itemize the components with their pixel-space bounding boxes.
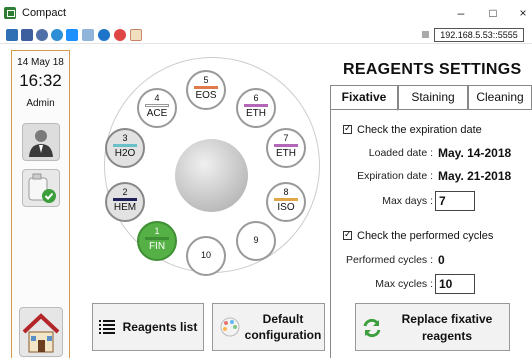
current-user: Admin [26, 98, 55, 109]
settings-icon[interactable] [36, 29, 48, 41]
slot-reagent-label: ACE [146, 108, 168, 119]
carousel-slot-3[interactable]: 3 H2O [105, 128, 145, 168]
slot-number: 2 [122, 187, 128, 197]
slot-color-bar [113, 198, 137, 201]
reagent-check-button[interactable] [22, 169, 60, 207]
toolbar: 192.168.5.53::5555 [0, 26, 532, 44]
slot-reagent-label: FIN [148, 241, 166, 252]
tab-fixative[interactable]: Fixative [330, 85, 398, 111]
slot-color-bar [274, 198, 298, 201]
ip-address-field[interactable]: 192.168.5.53::5555 [434, 28, 524, 42]
tab-staining[interactable]: Staining [398, 85, 468, 110]
slot-color-bar [113, 144, 137, 147]
maximize-button[interactable]: □ [478, 4, 508, 22]
reagents-list-label: Reagents list [122, 320, 198, 334]
minimize-button[interactable]: – [446, 4, 476, 22]
slot-reagent-label: ISO [277, 202, 295, 213]
slot-reagent-label: EOS [195, 90, 217, 101]
loaded-date-value: May. 14-2018 [438, 146, 512, 160]
check-expiration-label: Check the expiration date [357, 124, 482, 136]
max-days-label: Max days : [382, 195, 433, 207]
carousel-slot-7[interactable]: 7 ETH [266, 128, 306, 168]
home-button[interactable] [19, 307, 63, 357]
slot-number: 7 [283, 133, 289, 143]
title-bar: Compact – □ × [0, 0, 532, 26]
palette-icon [220, 317, 240, 337]
max-cycles-field[interactable]: 10 [435, 274, 475, 294]
user-avatar-button[interactable] [22, 123, 60, 161]
frame-icon[interactable] [21, 29, 33, 41]
info-icon[interactable] [98, 29, 110, 41]
slot-number: 8 [283, 187, 289, 197]
carousel-slot-8[interactable]: 8 ISO [266, 182, 306, 222]
default-config-line1: Default [262, 312, 304, 326]
performed-cycles-label: Performed cycles : [346, 254, 433, 266]
check-cycles-checkbox[interactable]: Check the performed cycles [343, 229, 494, 242]
slot-number: 5 [203, 75, 209, 85]
check-cycles-label: Check the performed cycles [357, 230, 494, 242]
current-date: 14 May 18 [17, 57, 64, 68]
slot-number: 3 [122, 133, 128, 143]
home-icon [22, 313, 60, 353]
slot-number: 4 [154, 93, 160, 103]
window-title: Compact [22, 7, 67, 19]
carousel-slot-10[interactable]: 10 [186, 236, 226, 276]
max-cycles-label: Max cycles : [375, 278, 433, 290]
slot-number: 9 [253, 235, 259, 245]
slot-reagent-label: ETH [246, 108, 266, 119]
carousel-slot-9[interactable]: 9 [236, 221, 276, 261]
expiration-date-value: May. 21-2018 [438, 169, 512, 183]
loaded-date-label: Loaded date : [368, 147, 433, 159]
slot-color-bar [244, 104, 268, 107]
slot-number: 1 [154, 226, 160, 236]
checkbox-checked-icon [343, 123, 352, 134]
close-button[interactable]: × [508, 4, 532, 22]
carousel-slot-1[interactable]: 1 FIN [137, 221, 177, 261]
reagent-bottle-icon [28, 173, 56, 203]
slot-color-bar [145, 104, 169, 107]
reagents-list-button[interactable]: Reagents list [92, 303, 204, 351]
performed-cycles-value: 0 [438, 253, 445, 267]
tab-cleaning[interactable]: Cleaning [468, 85, 532, 110]
check-expiration-checkbox[interactable]: Check the expiration date [343, 123, 482, 136]
refresh-icon[interactable] [51, 29, 63, 41]
connection-icon [422, 31, 429, 38]
user-icon [29, 130, 53, 157]
max-days-field[interactable]: 7 [435, 191, 475, 211]
carousel-slot-2[interactable]: 2 HEM [105, 182, 145, 222]
windows-icon[interactable] [66, 29, 78, 41]
slot-color-bar [194, 86, 218, 89]
slot-color-bar [274, 144, 298, 147]
slot-number: 6 [253, 93, 259, 103]
slot-number: 10 [200, 250, 211, 260]
app-icon [4, 7, 16, 19]
slot-reagent-label: ETH [276, 148, 296, 159]
default-configuration-button[interactable]: Default configuration [212, 303, 325, 351]
page-title: REAGENTS SETTINGS [343, 61, 522, 78]
hourglass-icon[interactable] [130, 29, 142, 41]
carousel-slot-4[interactable]: 4 ACE [137, 88, 177, 128]
default-config-line2: configuration [244, 328, 322, 342]
carousel-slot-5[interactable]: 5 EOS [186, 70, 226, 110]
list-icon [99, 320, 115, 334]
slot-color-bar [145, 237, 169, 240]
stop-icon[interactable] [114, 29, 126, 41]
image-icon[interactable] [82, 29, 94, 41]
checkbox-checked-icon [343, 229, 352, 240]
slot-reagent-label: H2O [114, 148, 136, 159]
carousel-hub [175, 139, 248, 212]
carousel-slot-6[interactable]: 6 ETH [236, 88, 276, 128]
network-icon[interactable] [6, 29, 18, 41]
slot-reagent-label: HEM [113, 202, 137, 213]
left-panel: 14 May 18 16:32 Admin [11, 50, 70, 358]
expiration-date-label: Expiration date : [357, 170, 433, 182]
current-time: 16:32 [19, 71, 62, 90]
